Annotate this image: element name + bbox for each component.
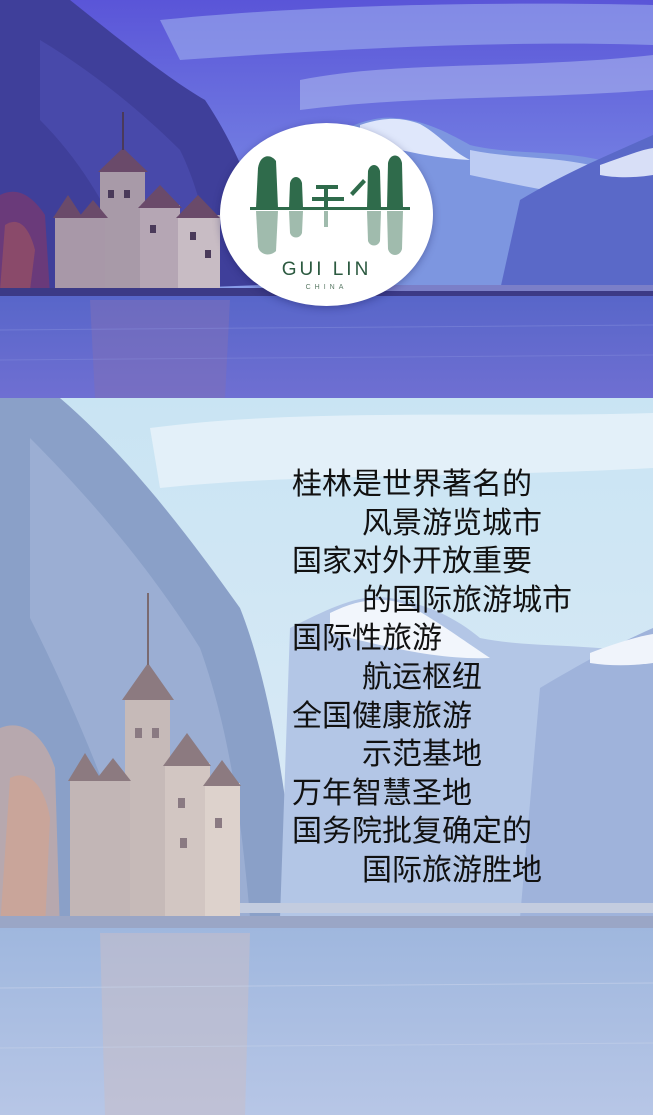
text-line: 全国健康旅游 <box>292 698 472 734</box>
text-line: 风景游览城市 <box>362 505 542 541</box>
logo-subtitle: CHINA <box>305 284 348 291</box>
text-line: 国际性旅游 <box>292 621 442 657</box>
guilin-description: 桂林是世界著名的 风景游览城市 国家对外开放重要 的国际旅游城市 国际性旅游 航… <box>292 466 642 891</box>
top-banner: GUI LIN CHINA <box>0 0 653 398</box>
text-line: 国家对外开放重要 <box>292 544 532 580</box>
text-line: 国务院批复确定的 <box>292 814 532 850</box>
text-line: 航运枢纽 <box>362 659 482 695</box>
text-line: 国际旅游胜地 <box>362 852 542 888</box>
text-line: 的国际旅游城市 <box>362 582 572 618</box>
text-line: 万年智慧圣地 <box>292 775 472 811</box>
logo-title: GUI LIN <box>281 259 372 280</box>
text-line: 桂林是世界著名的 <box>292 467 532 502</box>
text-line: 示范基地 <box>362 737 482 773</box>
bottom-content: 桂林是世界著名的 风景游览城市 国家对外开放重要 的国际旅游城市 国际性旅游 航… <box>0 398 653 1115</box>
guilin-logo: GUI LIN CHINA <box>220 123 433 306</box>
